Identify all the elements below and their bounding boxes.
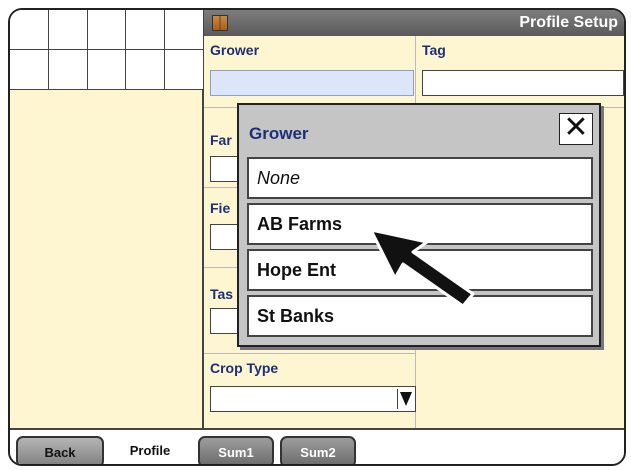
chevron-down-icon[interactable] bbox=[397, 389, 413, 409]
grid-cell[interactable] bbox=[87, 10, 127, 50]
grower-popup: Grower ✕ None AB Farms Hope Ent St Banks bbox=[237, 103, 601, 347]
grower-input[interactable] bbox=[210, 70, 414, 96]
field-label: Fie bbox=[210, 200, 231, 216]
left-panel bbox=[10, 10, 204, 428]
grid-cell[interactable] bbox=[48, 50, 88, 90]
tab-sum1[interactable]: Sum1 bbox=[198, 436, 274, 464]
grid-cell[interactable] bbox=[165, 10, 204, 50]
task-label: Tas bbox=[210, 286, 234, 302]
pointer-arrow-icon bbox=[369, 228, 475, 308]
app-icon bbox=[212, 15, 228, 31]
tab-profile[interactable]: Profile bbox=[108, 434, 192, 464]
popup-title: Grower bbox=[249, 124, 309, 143]
farm-label: Far bbox=[210, 132, 232, 148]
crop-type-select[interactable] bbox=[210, 386, 416, 412]
grid-cell[interactable] bbox=[10, 10, 49, 50]
tag-field: Tag bbox=[416, 36, 624, 108]
tag-label: Tag bbox=[422, 42, 446, 58]
grid-cell[interactable] bbox=[165, 50, 204, 90]
grid-cell[interactable] bbox=[87, 50, 127, 90]
grower-label: Grower bbox=[210, 42, 260, 58]
grid-cell[interactable] bbox=[126, 10, 166, 50]
tab-back[interactable]: Back bbox=[16, 436, 104, 464]
tab-sum2[interactable]: Sum2 bbox=[280, 436, 356, 464]
tag-input[interactable] bbox=[422, 70, 624, 96]
title-bar: Profile Setup bbox=[204, 10, 624, 36]
grid-cell[interactable] bbox=[48, 10, 88, 50]
option-none[interactable]: None bbox=[247, 157, 593, 199]
crop-type-label: Crop Type bbox=[210, 360, 279, 376]
grower-field: Grower bbox=[204, 36, 416, 108]
tab-bar: Back Profile Sum1 Sum2 bbox=[10, 428, 624, 464]
grid-cell[interactable] bbox=[10, 50, 49, 90]
close-icon[interactable]: ✕ bbox=[559, 113, 593, 145]
display-frame: Profile Setup Grower Tag Far Fie Tas Cro… bbox=[8, 8, 626, 466]
window-title: Profile Setup bbox=[519, 14, 618, 31]
crop-type-field: Crop Type bbox=[204, 354, 416, 428]
grid-cell[interactable] bbox=[126, 50, 166, 90]
layout-grid bbox=[10, 10, 204, 90]
